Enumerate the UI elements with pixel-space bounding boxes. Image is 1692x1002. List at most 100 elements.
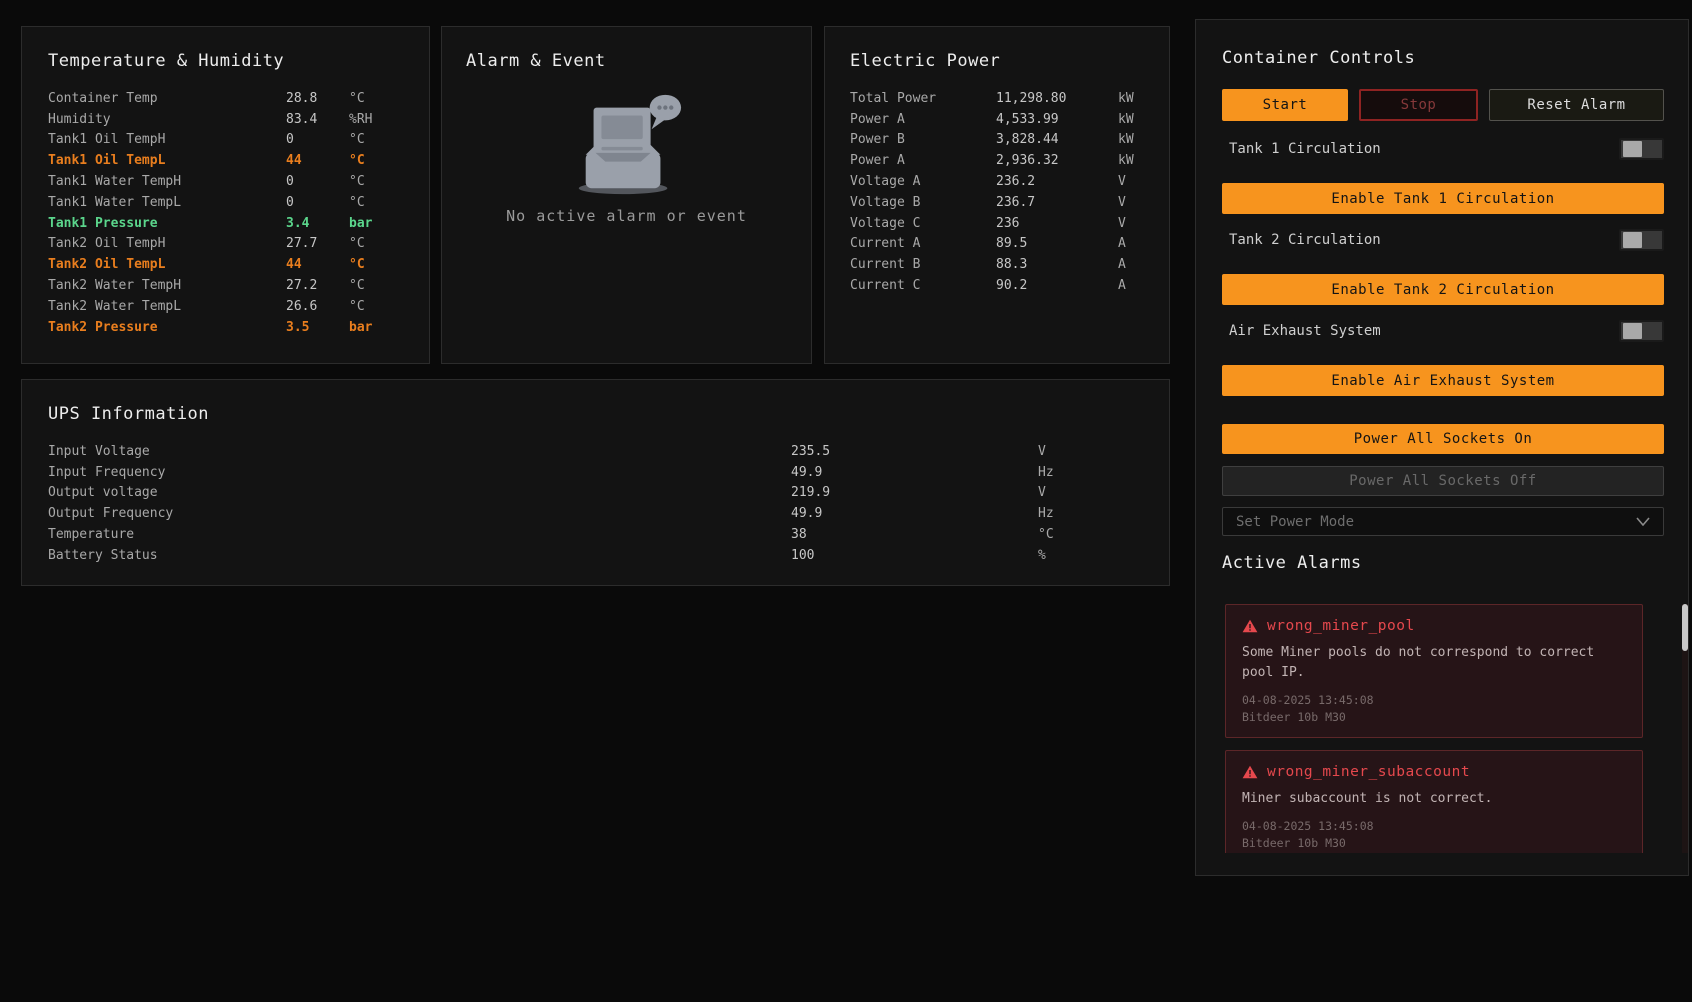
metric-value: 3.4 (286, 216, 349, 231)
controls-button-row: Start Stop Reset Alarm (1222, 89, 1664, 121)
metric-row: Tank1 Oil TempL44°C (48, 150, 429, 171)
temperature-humidity-title: Temperature & Humidity (48, 51, 429, 71)
metric-unit: °C (349, 195, 429, 210)
metric-label: Output Frequency (48, 506, 791, 521)
metric-value: 44 (286, 257, 349, 272)
metric-label: Tank1 Pressure (48, 216, 286, 231)
alarm-card[interactable]: wrong_miner_poolSome Miner pools do not … (1225, 604, 1643, 738)
metric-unit: °C (349, 174, 429, 189)
tank-1-circulation-label: Tank 1 Circulation (1222, 141, 1381, 157)
metric-row: Battery Status100% (48, 545, 1169, 566)
alarm-card-header: wrong_miner_subaccount (1242, 764, 1626, 780)
alarms-scrollbar-thumb[interactable] (1682, 604, 1688, 651)
alarm-meta: 04-08-2025 13:45:08Bitdeer 10b M30 (1242, 692, 1626, 726)
power-all-sockets-off-button: Power All Sockets Off (1222, 466, 1664, 496)
metric-label: Tank2 Oil TempH (48, 236, 286, 251)
alarm-card-header: wrong_miner_pool (1242, 618, 1626, 634)
metric-row: Power B3,828.44kW (850, 130, 1169, 151)
tank-2-circulation-label: Tank 2 Circulation (1222, 232, 1381, 248)
metric-value: 88.3 (996, 257, 1118, 272)
alarm-card[interactable]: wrong_miner_subaccount Miner subaccount i… (1225, 750, 1643, 853)
metric-value: 27.7 (286, 236, 349, 251)
electric-power-title: Electric Power (850, 51, 1169, 71)
metric-unit: °C (349, 257, 429, 272)
panel-temperature-humidity: Temperature & Humidity Container Temp28.… (21, 26, 430, 364)
ups-information-title: UPS Information (48, 404, 1169, 424)
metric-value: 235.5 (791, 444, 1038, 459)
toggle-knob (1623, 323, 1642, 339)
active-alarms-list[interactable]: wrong_miner_poolSome Miner pools do not … (1225, 604, 1659, 853)
metric-label: Battery Status (48, 548, 791, 563)
alarm-message: Miner subaccount is not correct. (1242, 789, 1626, 809)
tank-1-circulation-toggle[interactable] (1619, 138, 1664, 160)
metric-row: Voltage A236.2V (850, 171, 1169, 192)
metric-unit: V (1118, 216, 1169, 231)
container-monitoring-dashboard: Temperature & Humidity Container Temp28.… (0, 0, 1692, 1002)
alarm-device: Bitdeer 10b M30 (1242, 835, 1626, 852)
metric-label: Tank2 Pressure (48, 320, 286, 335)
metric-row: Power A4,533.99kW (850, 109, 1169, 130)
metric-row: Output voltage219.9V (48, 483, 1169, 504)
metric-row: Current A89.5A (850, 234, 1169, 255)
active-alarms-title: Active Alarms (1222, 553, 1362, 573)
metric-unit: °C (349, 236, 429, 251)
metric-row: Tank1 Pressure3.4bar (48, 213, 429, 234)
air-exhaust-system-toggle[interactable] (1619, 320, 1664, 342)
metric-value: 0 (286, 132, 349, 147)
metric-row: Output Frequency49.9Hz (48, 503, 1169, 524)
metric-label: Tank2 Oil TempL (48, 257, 286, 272)
metric-label: Power B (850, 132, 996, 147)
chevron-down-icon (1636, 517, 1650, 526)
metric-row: Power A2,936.32kW (850, 150, 1169, 171)
enable-tank-2-circulation-button[interactable]: Enable Tank 2 Circulation (1222, 274, 1664, 305)
set-power-mode-placeholder: Set Power Mode (1236, 514, 1354, 530)
metric-unit: % (1038, 548, 1169, 563)
metric-value: 2,936.32 (996, 153, 1118, 168)
metric-value: 27.2 (286, 278, 349, 293)
metric-unit: °C (1038, 527, 1169, 542)
metric-row: Tank2 Water TempH27.2°C (48, 275, 429, 296)
metric-row: Tank2 Oil TempL44°C (48, 254, 429, 275)
panel-ups-information: UPS Information Input Voltage235.5VInput… (21, 379, 1170, 586)
enable-tank-1-circulation-button[interactable]: Enable Tank 1 Circulation (1222, 183, 1664, 214)
metric-value: 100 (791, 548, 1038, 563)
metric-unit: A (1118, 278, 1169, 293)
toggle-knob (1623, 232, 1642, 248)
metric-label: Tank1 Water TempL (48, 195, 286, 210)
metric-row: Humidity83.4%RH (48, 109, 429, 130)
enable-air-exhaust-system-button[interactable]: Enable Air Exhaust System (1222, 365, 1664, 396)
metric-unit: Hz (1038, 465, 1169, 480)
alarms-scrollbar[interactable] (1682, 604, 1688, 853)
metric-value: 236.2 (996, 174, 1118, 189)
metric-unit: A (1118, 236, 1169, 251)
tank-2-circulation-toggle[interactable] (1619, 229, 1664, 251)
electric-power-rows: Total Power11,298.80kWPower A4,533.99kWP… (850, 88, 1169, 296)
metric-row: Total Power11,298.80kW (850, 88, 1169, 109)
metric-value: 3.5 (286, 320, 349, 335)
stop-button[interactable]: Stop (1359, 89, 1478, 121)
metric-value: 90.2 (996, 278, 1118, 293)
set-power-mode-select[interactable]: Set Power Mode (1222, 507, 1664, 536)
alarm-timestamp: 04-08-2025 13:45:08 (1242, 818, 1626, 835)
power-all-sockets-on-button[interactable]: Power All Sockets On (1222, 424, 1664, 454)
metric-row: Current C90.2A (850, 275, 1169, 296)
metric-label: Input Frequency (48, 465, 791, 480)
air-exhaust-system-row: Air Exhaust System (1222, 320, 1664, 342)
metric-value: 3,828.44 (996, 132, 1118, 147)
tank-2-circulation-row: Tank 2 Circulation (1222, 229, 1664, 251)
metric-value: 219.9 (791, 485, 1038, 500)
metric-row: Voltage B236.7V (850, 192, 1169, 213)
metric-row: Container Temp28.8°C (48, 88, 429, 109)
reset-alarm-button[interactable]: Reset Alarm (1489, 89, 1664, 121)
metric-row: Voltage C236V (850, 213, 1169, 234)
metric-label: Container Temp (48, 91, 286, 106)
metric-label: Current B (850, 257, 996, 272)
metric-label: Tank2 Water TempH (48, 278, 286, 293)
metric-unit: °C (349, 299, 429, 314)
metric-row: Tank1 Oil TempH0°C (48, 130, 429, 151)
metric-unit: °C (349, 153, 429, 168)
start-button[interactable]: Start (1222, 89, 1348, 121)
panel-alarm-event: Alarm & Event No active alarm or event (441, 26, 812, 364)
metric-label: Current C (850, 278, 996, 293)
metric-value: 26.6 (286, 299, 349, 314)
